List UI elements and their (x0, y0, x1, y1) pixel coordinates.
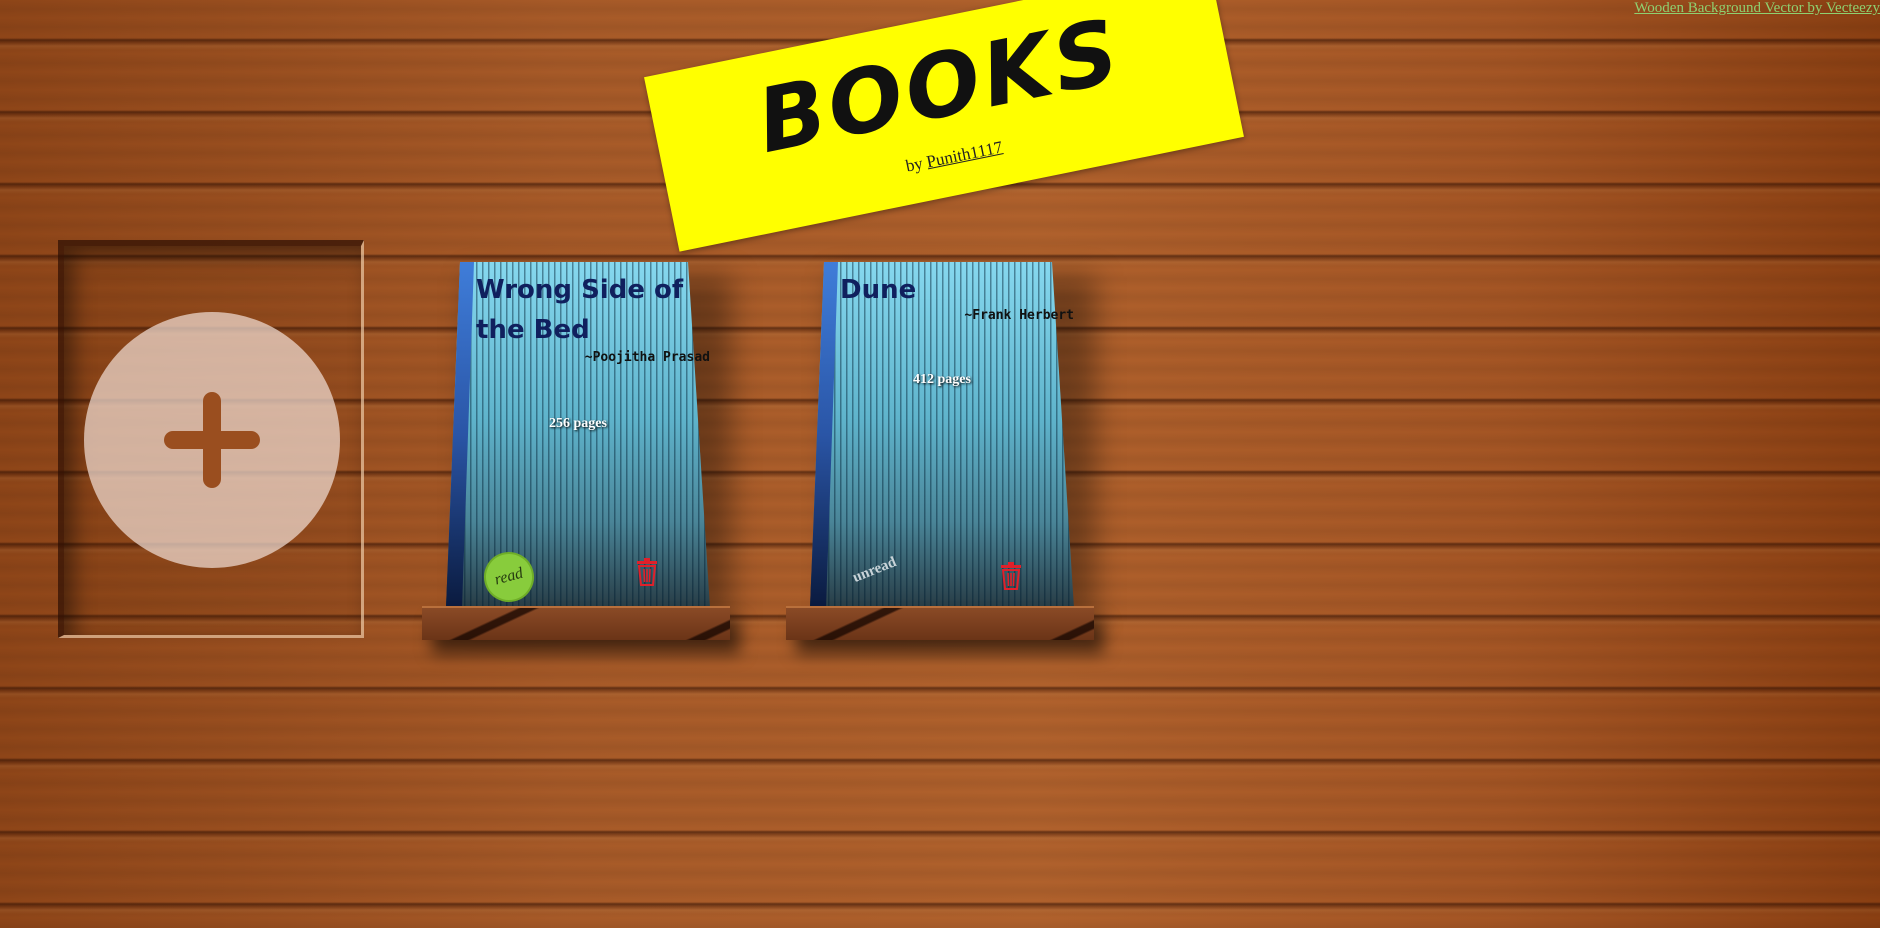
shelf (422, 606, 730, 640)
byline-prefix: by (903, 153, 925, 176)
book-author: ~Frank Herbert (964, 308, 1074, 323)
book-title: Dune (840, 275, 917, 305)
book-pages: 412 pages (913, 372, 971, 387)
book-card-2: Dune ~Frank Herbert 412 pages unread (810, 262, 1074, 608)
plus-icon (164, 392, 260, 488)
book-author: ~Poojitha Prasad (584, 350, 710, 365)
trash-icon[interactable] (636, 558, 658, 586)
book-title: Wrong Side of the Bed (476, 275, 684, 345)
title-banner: Books by Punith1117 (644, 0, 1244, 252)
book-pages: 256 pages (549, 416, 607, 431)
add-book-button[interactable] (84, 312, 340, 568)
author-link[interactable]: Punith1117 (925, 137, 1004, 171)
trash-icon[interactable] (1000, 562, 1022, 590)
shelf (786, 606, 1094, 640)
credit-link[interactable]: Wooden Background Vector by Vecteezy (1634, 0, 1880, 17)
book-card-1: Wrong Side of the Bed ~Poojitha Prasad 2… (446, 262, 710, 608)
